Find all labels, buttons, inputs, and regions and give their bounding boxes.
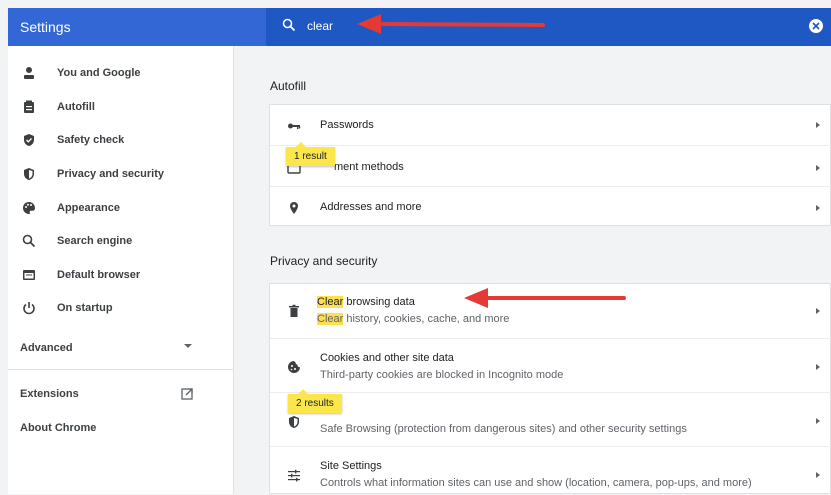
privacy-card: Clear browsing data Clear history, cooki…	[269, 283, 831, 494]
row-subtitle: Safe Browsing (protection from dangerous…	[320, 423, 687, 435]
search-icon	[282, 18, 296, 32]
key-icon	[288, 123, 301, 129]
row-title: Cookies and other site data	[320, 352, 454, 364]
row-subtitle: Clear history, cookies, cache, and more	[317, 313, 510, 325]
sidebar-item-privacy-and-security[interactable]: Privacy and security	[8, 159, 233, 189]
row-subtitle: Controls what information sites can use …	[320, 477, 752, 489]
row-title: Site Settings	[320, 460, 382, 472]
sidebar-divider	[8, 369, 233, 370]
sidebar-item-default-browser[interactable]: Default browser	[8, 260, 233, 290]
chevron-right-icon	[816, 472, 820, 478]
chevron-right-icon	[816, 308, 820, 314]
search-result-bubble: 1 result	[286, 142, 335, 166]
settings-header: Settings	[8, 8, 266, 46]
sidebar-item-search-engine[interactable]: Search engine	[8, 226, 233, 256]
sidebar-extensions[interactable]: Extensions	[20, 388, 79, 400]
row-passwords[interactable]: Passwords	[270, 105, 831, 145]
browser-icon	[23, 270, 35, 280]
row-title: Clear browsing data	[317, 296, 415, 308]
row-subtitle: Third-party cookies are blocked in Incog…	[320, 369, 564, 381]
sidebar-item-autofill[interactable]: Autofill	[8, 92, 233, 122]
sidebar-item-you-and-google[interactable]: You and Google	[8, 58, 233, 88]
row-title: ment methods	[334, 161, 404, 173]
clear-search-button[interactable]	[809, 19, 823, 33]
open-in-new-icon	[181, 388, 193, 400]
sliders-icon	[288, 469, 300, 482]
location-pin-icon	[290, 202, 298, 214]
close-icon	[812, 22, 820, 30]
person-icon	[24, 67, 34, 79]
shield-icon	[289, 416, 299, 428]
search-bar[interactable]: clear	[266, 8, 831, 46]
sidebar-item-safety-check[interactable]: Safety check	[8, 125, 233, 155]
row-payment-methods[interactable]: ment methods	[270, 145, 831, 186]
row-title: Passwords	[320, 119, 374, 131]
search-result-bubble: 2 results	[288, 389, 342, 413]
clipboard-icon	[24, 100, 34, 113]
autofill-card: Passwords ment methods Addresses and mor…	[269, 104, 831, 226]
annotation-arrow-clear-browsing-data	[464, 288, 626, 308]
annotation-arrow-search	[357, 14, 545, 34]
palette-icon	[23, 202, 35, 214]
chevron-right-icon	[816, 364, 820, 370]
search-icon	[22, 234, 36, 248]
sidebar-item-on-startup[interactable]: On startup	[8, 293, 233, 323]
row-security[interactable]: Safe Browsing (protection from dangerous…	[270, 392, 831, 446]
sidebar-item-label: You and Google	[57, 67, 141, 79]
sidebar-item-appearance[interactable]: Appearance	[8, 193, 233, 223]
chevron-right-icon	[816, 205, 820, 211]
sidebar-item-label: Search engine	[57, 235, 133, 247]
sidebar-item-label: On startup	[57, 302, 113, 314]
sidebar-item-label: Appearance	[57, 202, 120, 214]
row-addresses-and-more[interactable]: Addresses and more	[270, 186, 831, 226]
section-title-privacy: Privacy and security	[270, 254, 378, 268]
shield-icon	[24, 168, 34, 180]
power-icon	[23, 302, 35, 315]
chevron-down-icon	[184, 344, 192, 348]
sidebar-item-label: Safety check	[57, 134, 125, 146]
sidebar-item-label: Privacy and security	[57, 168, 165, 180]
trash-icon	[289, 304, 299, 317]
sidebar-advanced[interactable]: Advanced	[20, 342, 73, 354]
sidebar-item-label: Default browser	[57, 269, 141, 281]
shield-check-icon	[24, 134, 34, 146]
page-title: Settings	[20, 19, 71, 35]
row-title: Addresses and more	[320, 201, 422, 213]
sidebar-about-chrome[interactable]: About Chrome	[20, 422, 96, 434]
chevron-right-icon	[816, 165, 820, 171]
sidebar: You and Google Autofill Safety check Pri…	[8, 46, 234, 494]
chevron-right-icon	[816, 122, 820, 128]
chevron-right-icon	[816, 418, 820, 424]
sidebar-item-label: Autofill	[57, 101, 95, 113]
search-input[interactable]: clear	[307, 19, 333, 33]
cookie-icon	[288, 361, 300, 373]
row-cookies[interactable]: Cookies and other site data Third-party …	[270, 338, 831, 392]
section-title-autofill: Autofill	[270, 79, 307, 93]
row-site-settings[interactable]: Site Settings Controls what information …	[270, 446, 831, 495]
